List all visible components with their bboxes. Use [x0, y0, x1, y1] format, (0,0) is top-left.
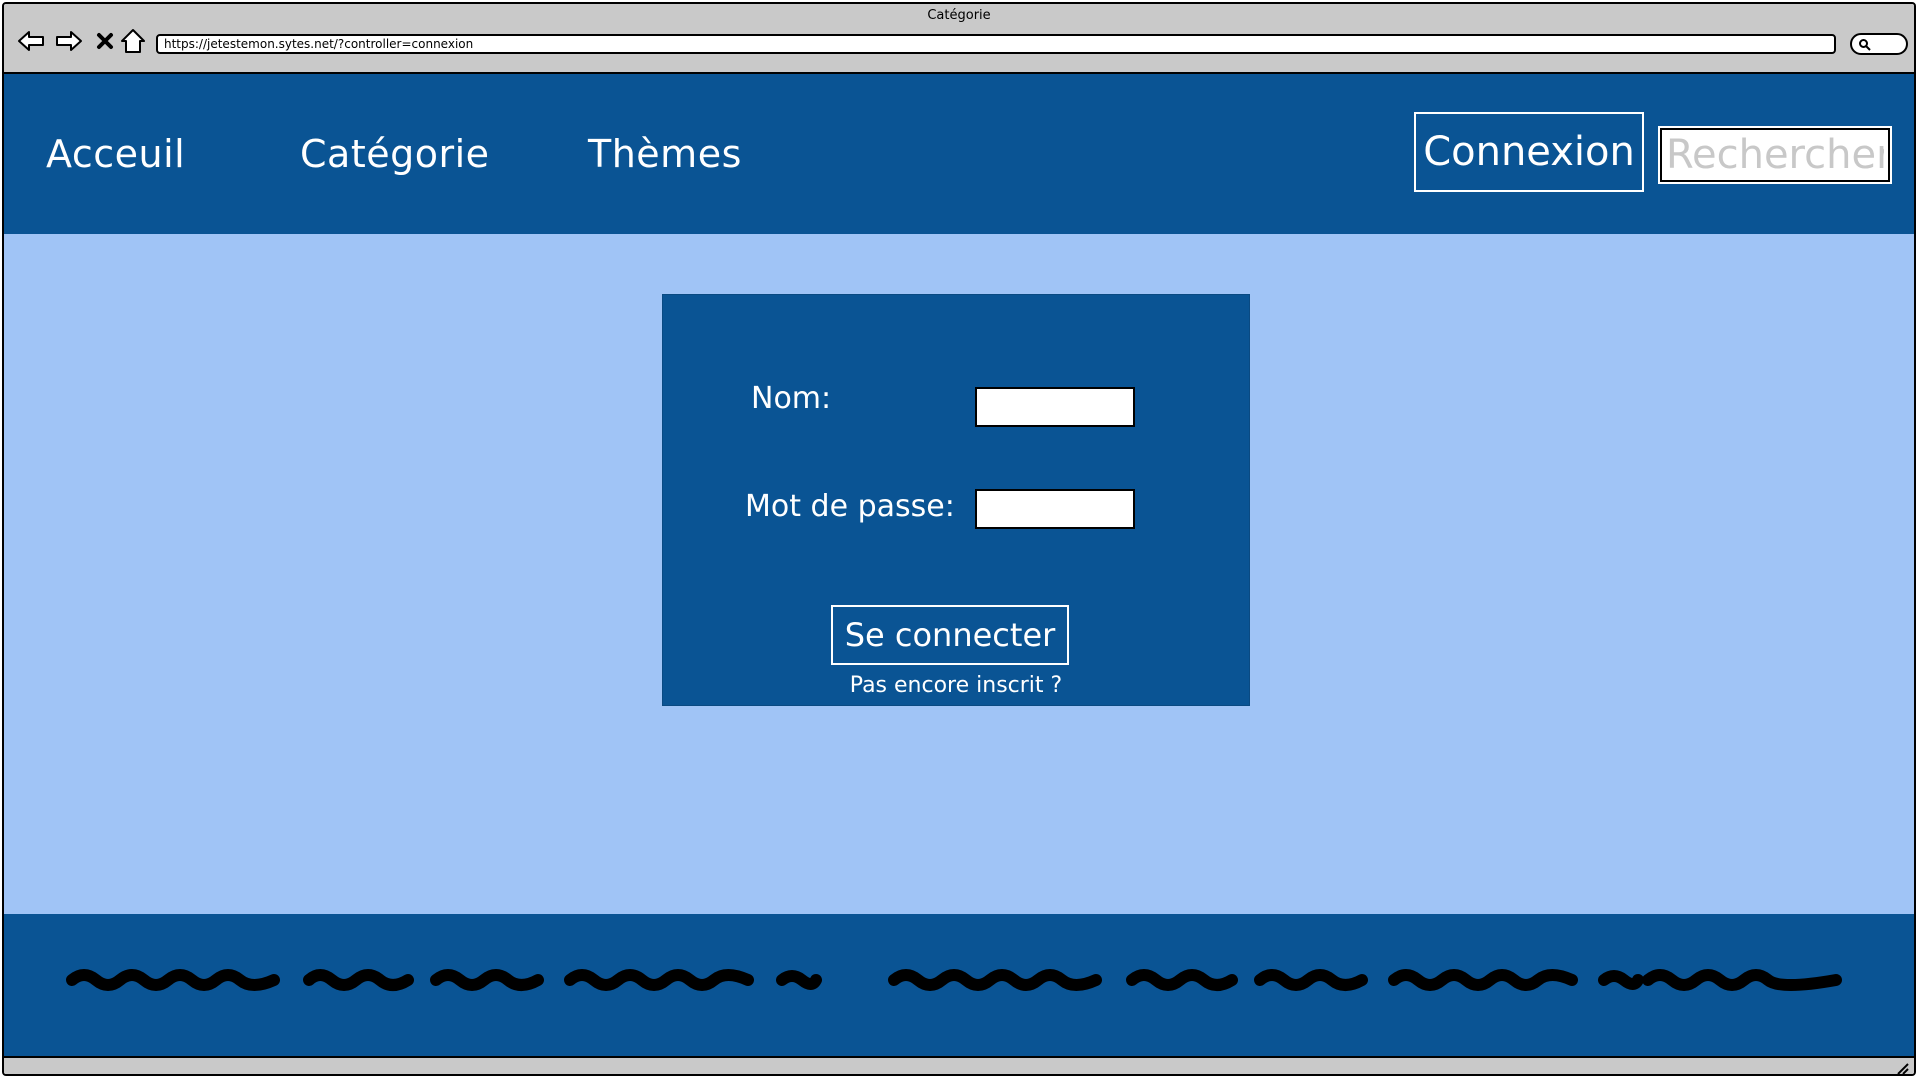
nav-link-themes[interactable]: Thèmes: [588, 132, 742, 176]
name-field[interactable]: [975, 387, 1135, 427]
site-header: Acceuil Catégorie Thèmes Connexion: [4, 74, 1914, 234]
search-icon: [1859, 39, 1871, 51]
name-label: Nom:: [751, 381, 832, 416]
login-button[interactable]: Se connecter: [831, 605, 1069, 665]
search-input[interactable]: [1660, 128, 1890, 182]
status-bar: [4, 1056, 1914, 1076]
address-bar[interactable]: https://jetestemon.sytes.net/?controller…: [156, 34, 1836, 54]
forward-arrow-icon: [56, 31, 82, 51]
browser-toolbar: Catégorie https://jetestemon.sytes.net/?…: [4, 4, 1914, 74]
main-content: Nom: Mot de passe: Se connecter Pas enco…: [4, 234, 1914, 914]
nav-link-acceuil[interactable]: Acceuil: [46, 132, 185, 176]
home-button[interactable]: [118, 26, 148, 56]
login-form: Nom: Mot de passe: Se connecter Pas enco…: [662, 294, 1250, 706]
window-title: Catégorie: [927, 8, 991, 23]
browser-window: Catégorie https://jetestemon.sytes.net/?…: [2, 2, 1916, 1076]
forward-button[interactable]: [54, 26, 84, 56]
back-arrow-icon: [18, 31, 44, 51]
connexion-button[interactable]: Connexion: [1414, 112, 1644, 192]
stop-icon: [97, 33, 113, 49]
signup-link[interactable]: Pas encore inscrit ?: [663, 673, 1249, 698]
resize-grip-icon[interactable]: [1894, 1060, 1910, 1076]
site-footer: [4, 914, 1914, 1056]
password-field[interactable]: [975, 489, 1135, 529]
footer-placeholder-text: [66, 969, 1842, 991]
browser-search-field[interactable]: [1850, 33, 1908, 55]
nav-link-categorie[interactable]: Catégorie: [300, 132, 490, 176]
home-icon: [121, 29, 145, 53]
password-label: Mot de passe:: [745, 489, 955, 524]
back-button[interactable]: [16, 26, 46, 56]
stop-button[interactable]: [90, 26, 120, 56]
